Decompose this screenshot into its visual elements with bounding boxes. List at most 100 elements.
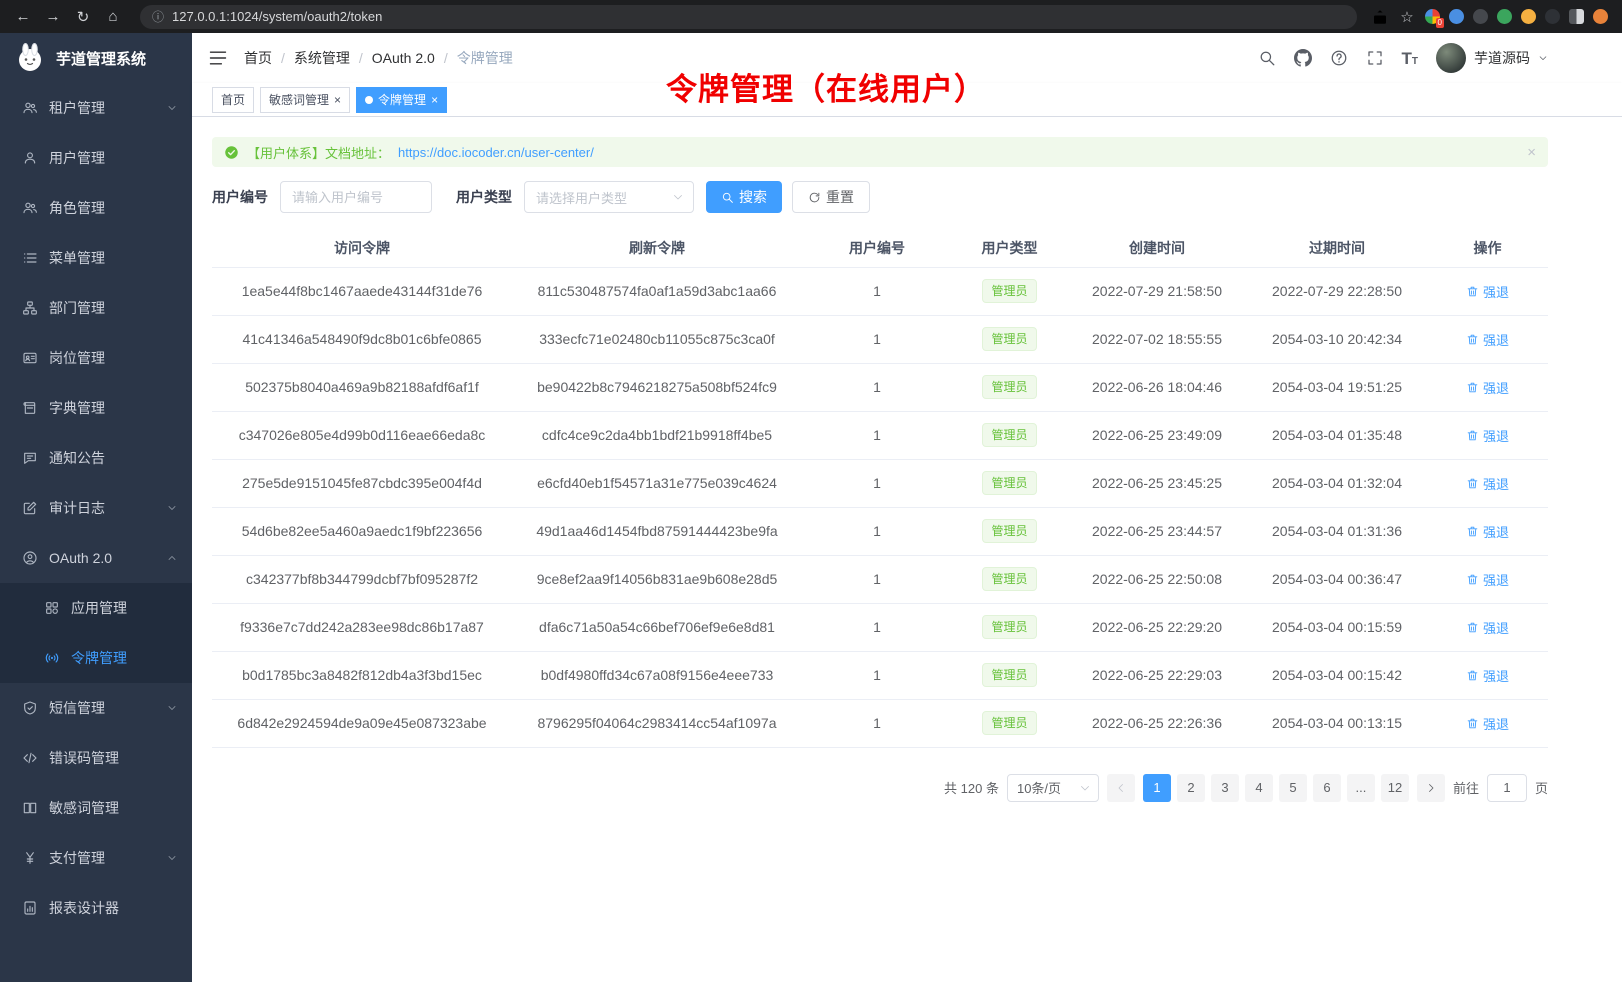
pagination-prev-button[interactable] [1107, 774, 1135, 802]
user-menu[interactable]: 芋道源码 [1436, 43, 1548, 73]
doc-link[interactable]: https://doc.iocoder.cn/user-center/ [398, 145, 594, 160]
force-logout-button[interactable]: 强退 [1466, 474, 1509, 493]
github-icon[interactable] [1294, 49, 1312, 67]
chevron-down-icon [166, 102, 178, 114]
page-content: 【用户体系】文档地址： https://doc.iocoder.cn/user-… [192, 117, 1622, 982]
user-type-select[interactable]: 请选择用户类型 [524, 181, 694, 213]
user-type-label: 用户类型 [456, 187, 512, 207]
sidebar-item-label: 审计日志 [49, 498, 105, 518]
chevron-down-icon [166, 852, 178, 864]
sidebar-item-label: 通知公告 [49, 448, 105, 468]
force-logout-button[interactable]: 强退 [1466, 330, 1509, 349]
help-icon[interactable] [1330, 49, 1348, 67]
sidebar-item-label: 岗位管理 [49, 348, 105, 368]
expire-time-cell: 2054-03-04 01:32:04 [1247, 459, 1427, 507]
extension-dark2-icon[interactable] [1545, 9, 1560, 24]
sidebar-item-dict[interactable]: 字典管理 [0, 383, 192, 433]
force-logout-button[interactable]: 强退 [1466, 426, 1509, 445]
extension-blue-icon[interactable] [1449, 9, 1464, 24]
browser-home-button[interactable]: ⌂ [100, 4, 126, 30]
sidebar-item-error-code[interactable]: 错误码管理 [0, 733, 192, 783]
sidebar-item-user[interactable]: 用户管理 [0, 133, 192, 183]
breadcrumb-item[interactable]: OAuth 2.0 [372, 50, 435, 66]
refresh-token-cell: 9ce8ef2aa9f14056b831ae9b608e28d5 [512, 555, 802, 603]
breadcrumb-item[interactable]: 系统管理 [294, 48, 350, 68]
extension-multicolor-icon[interactable] [1521, 9, 1536, 24]
search-icon[interactable] [1258, 49, 1276, 67]
extension-green-icon[interactable] [1497, 9, 1512, 24]
browser-address-bar[interactable]: ⓘ 127.0.0.1:1024/system/oauth2/token [140, 5, 1357, 29]
pagination-page-5[interactable]: 5 [1279, 774, 1307, 802]
fullscreen-icon[interactable] [1366, 49, 1384, 67]
sidebar-item-sensitive-word[interactable]: 敏感词管理 [0, 783, 192, 833]
sidebar-item-post[interactable]: 岗位管理 [0, 333, 192, 383]
tab-close-icon[interactable]: × [334, 94, 341, 106]
force-logout-button[interactable]: 强退 [1466, 666, 1509, 685]
hamburger-icon[interactable] [208, 48, 228, 68]
sidebar-item-menu[interactable]: 菜单管理 [0, 233, 192, 283]
sidebar-item-tenant[interactable]: 租户管理 [0, 83, 192, 133]
tab-敏感词管理[interactable]: 敏感词管理× [260, 87, 350, 113]
pagination-page-2[interactable]: 2 [1177, 774, 1205, 802]
user-type-tag: 管理员 [982, 279, 1036, 303]
force-logout-button[interactable]: 强退 [1466, 282, 1509, 301]
force-logout-button[interactable]: 强退 [1466, 618, 1509, 637]
tab-令牌管理[interactable]: 令牌管理× [356, 87, 447, 113]
site-info-icon[interactable]: ⓘ [152, 8, 164, 25]
column-header: 过期时间 [1247, 229, 1427, 267]
trash-icon [1466, 285, 1479, 298]
reset-button[interactable]: 重置 [792, 181, 870, 213]
browser-back-button[interactable]: ← [10, 4, 36, 30]
sidebar-item-audit-log[interactable]: 审计日志 [0, 483, 192, 533]
force-logout-button[interactable]: 强退 [1466, 378, 1509, 397]
refresh-token-cell: 8796295f04064c2983414cc54af1097a [512, 699, 802, 747]
sidebar-item-role[interactable]: 角色管理 [0, 183, 192, 233]
pagination-next-button[interactable] [1417, 774, 1445, 802]
pagination-more-button[interactable]: ... [1347, 774, 1375, 802]
tab-首页[interactable]: 首页 [212, 87, 254, 113]
table-row: c342377bf8b344799dcbf7bf095287f29ce8ef2a… [212, 555, 1548, 603]
sidebar-item-report[interactable]: 报表设计器 [0, 883, 192, 933]
force-logout-button[interactable]: 强退 [1466, 714, 1509, 733]
pagination-page-4[interactable]: 4 [1245, 774, 1273, 802]
access-token-cell: b0d1785bc3a8482f812db4a3f3bd15ec [212, 651, 512, 699]
force-logout-button[interactable]: 强退 [1466, 522, 1509, 541]
goto-label: 前往 [1453, 778, 1479, 797]
pagination-page-6[interactable]: 6 [1313, 774, 1341, 802]
font-size-icon[interactable]: TT [1402, 50, 1419, 67]
profile-avatar-icon[interactable] [1593, 9, 1608, 24]
browser-forward-button[interactable]: → [40, 4, 66, 30]
chevron-down-icon [166, 502, 178, 514]
app-logo[interactable]: 芋道管理系统 [0, 33, 192, 83]
breadcrumb-separator: / [444, 50, 448, 66]
page-size-select[interactable]: 10条/页 [1007, 774, 1099, 802]
sidebar-item-app[interactable]: 应用管理 [0, 583, 192, 633]
search-button[interactable]: 搜索 [706, 181, 782, 213]
alert-close-icon[interactable]: × [1527, 144, 1536, 161]
sidebar-item-dept[interactable]: 部门管理 [0, 283, 192, 333]
sidebar-item-sms[interactable]: 短信管理 [0, 683, 192, 733]
sidebar-item-label: OAuth 2.0 [49, 550, 112, 566]
sidebar-item-label: 报表设计器 [49, 898, 119, 918]
pagination-page-3[interactable]: 3 [1211, 774, 1239, 802]
sidebar-item-pay[interactable]: 支付管理 [0, 833, 192, 883]
breadcrumb-item[interactable]: 首页 [244, 48, 272, 68]
tab-close-icon[interactable]: × [431, 94, 438, 106]
sidebar-item-oauth2[interactable]: OAuth 2.0 [0, 533, 192, 583]
trash-icon [1466, 621, 1479, 634]
pagination-page-12[interactable]: 12 [1381, 774, 1409, 802]
user-id-input[interactable] [280, 181, 432, 213]
share-icon[interactable] [1371, 8, 1389, 26]
extension-dark-icon[interactable] [1473, 9, 1488, 24]
reader-split-icon[interactable] [1569, 9, 1584, 24]
browser-reload-button[interactable]: ↻ [70, 4, 96, 30]
sidebar-item-token[interactable]: 令牌管理 [0, 633, 192, 683]
user-type-tag: 管理员 [982, 519, 1036, 543]
bookmark-star-icon[interactable]: ☆ [1398, 8, 1416, 26]
sidebar-item-notice[interactable]: 通知公告 [0, 433, 192, 483]
extension-pixel-icon[interactable]: 0 [1425, 9, 1440, 24]
goto-page-input[interactable] [1487, 774, 1527, 802]
force-logout-button[interactable]: 强退 [1466, 570, 1509, 589]
action-cell: 强退 [1427, 699, 1548, 747]
pagination-page-1[interactable]: 1 [1143, 774, 1171, 802]
